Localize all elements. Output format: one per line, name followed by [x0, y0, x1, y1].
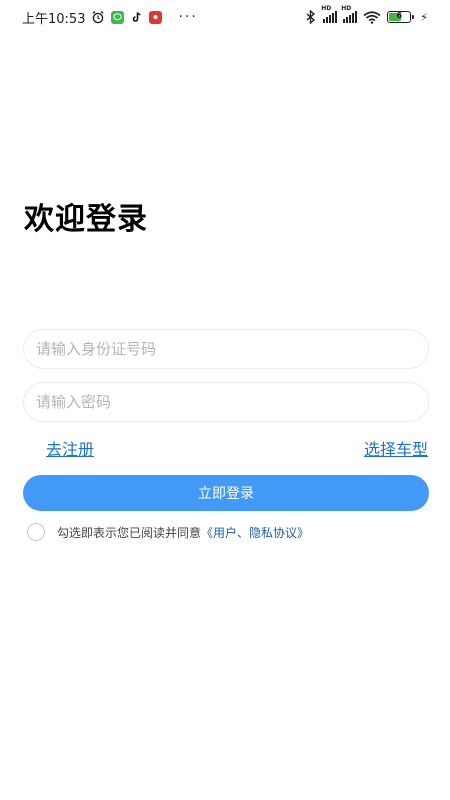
- tiktok-app-icon: [130, 10, 144, 24]
- signal-hd-icon: HD: [341, 5, 358, 23]
- id-number-field[interactable]: [23, 329, 429, 369]
- id-number-input[interactable]: [24, 330, 428, 368]
- wifi-icon: [363, 10, 381, 24]
- agreement-checkbox[interactable]: [27, 523, 45, 541]
- status-bar-right: HD HD 6 ⚡: [305, 5, 428, 24]
- battery-icon: 6: [387, 11, 415, 23]
- charging-icon: ⚡: [420, 10, 428, 24]
- battery-level: 6: [396, 11, 403, 20]
- agreement-row: 勾选即表示您已阅读并同意 《用户、隐私协议》: [27, 523, 309, 541]
- wechat-app-icon: [111, 10, 125, 24]
- privacy-agreement-link[interactable]: 《用户、隐私协议》: [201, 524, 309, 541]
- password-input[interactable]: [24, 383, 428, 421]
- login-button[interactable]: 立即登录: [23, 475, 429, 511]
- more-notifications-icon: ···: [178, 9, 198, 25]
- select-car-model-link[interactable]: 选择车型: [364, 436, 428, 460]
- status-bar-left: 上午10:53 ···: [22, 8, 198, 27]
- page-title: 欢迎登录: [24, 202, 148, 237]
- status-time: 上午10:53: [22, 11, 86, 27]
- register-link[interactable]: 去注册: [46, 436, 94, 460]
- alarm-icon: [91, 10, 105, 24]
- red-app-icon: [149, 10, 163, 24]
- status-bar: 上午10:53 ··· HD HD 6 ⚡: [0, 0, 450, 34]
- agreement-text: 勾选即表示您已阅读并同意: [57, 525, 202, 540]
- bluetooth-icon: [305, 10, 317, 24]
- password-field[interactable]: [23, 382, 429, 422]
- signal-hd-icon: HD: [321, 5, 338, 23]
